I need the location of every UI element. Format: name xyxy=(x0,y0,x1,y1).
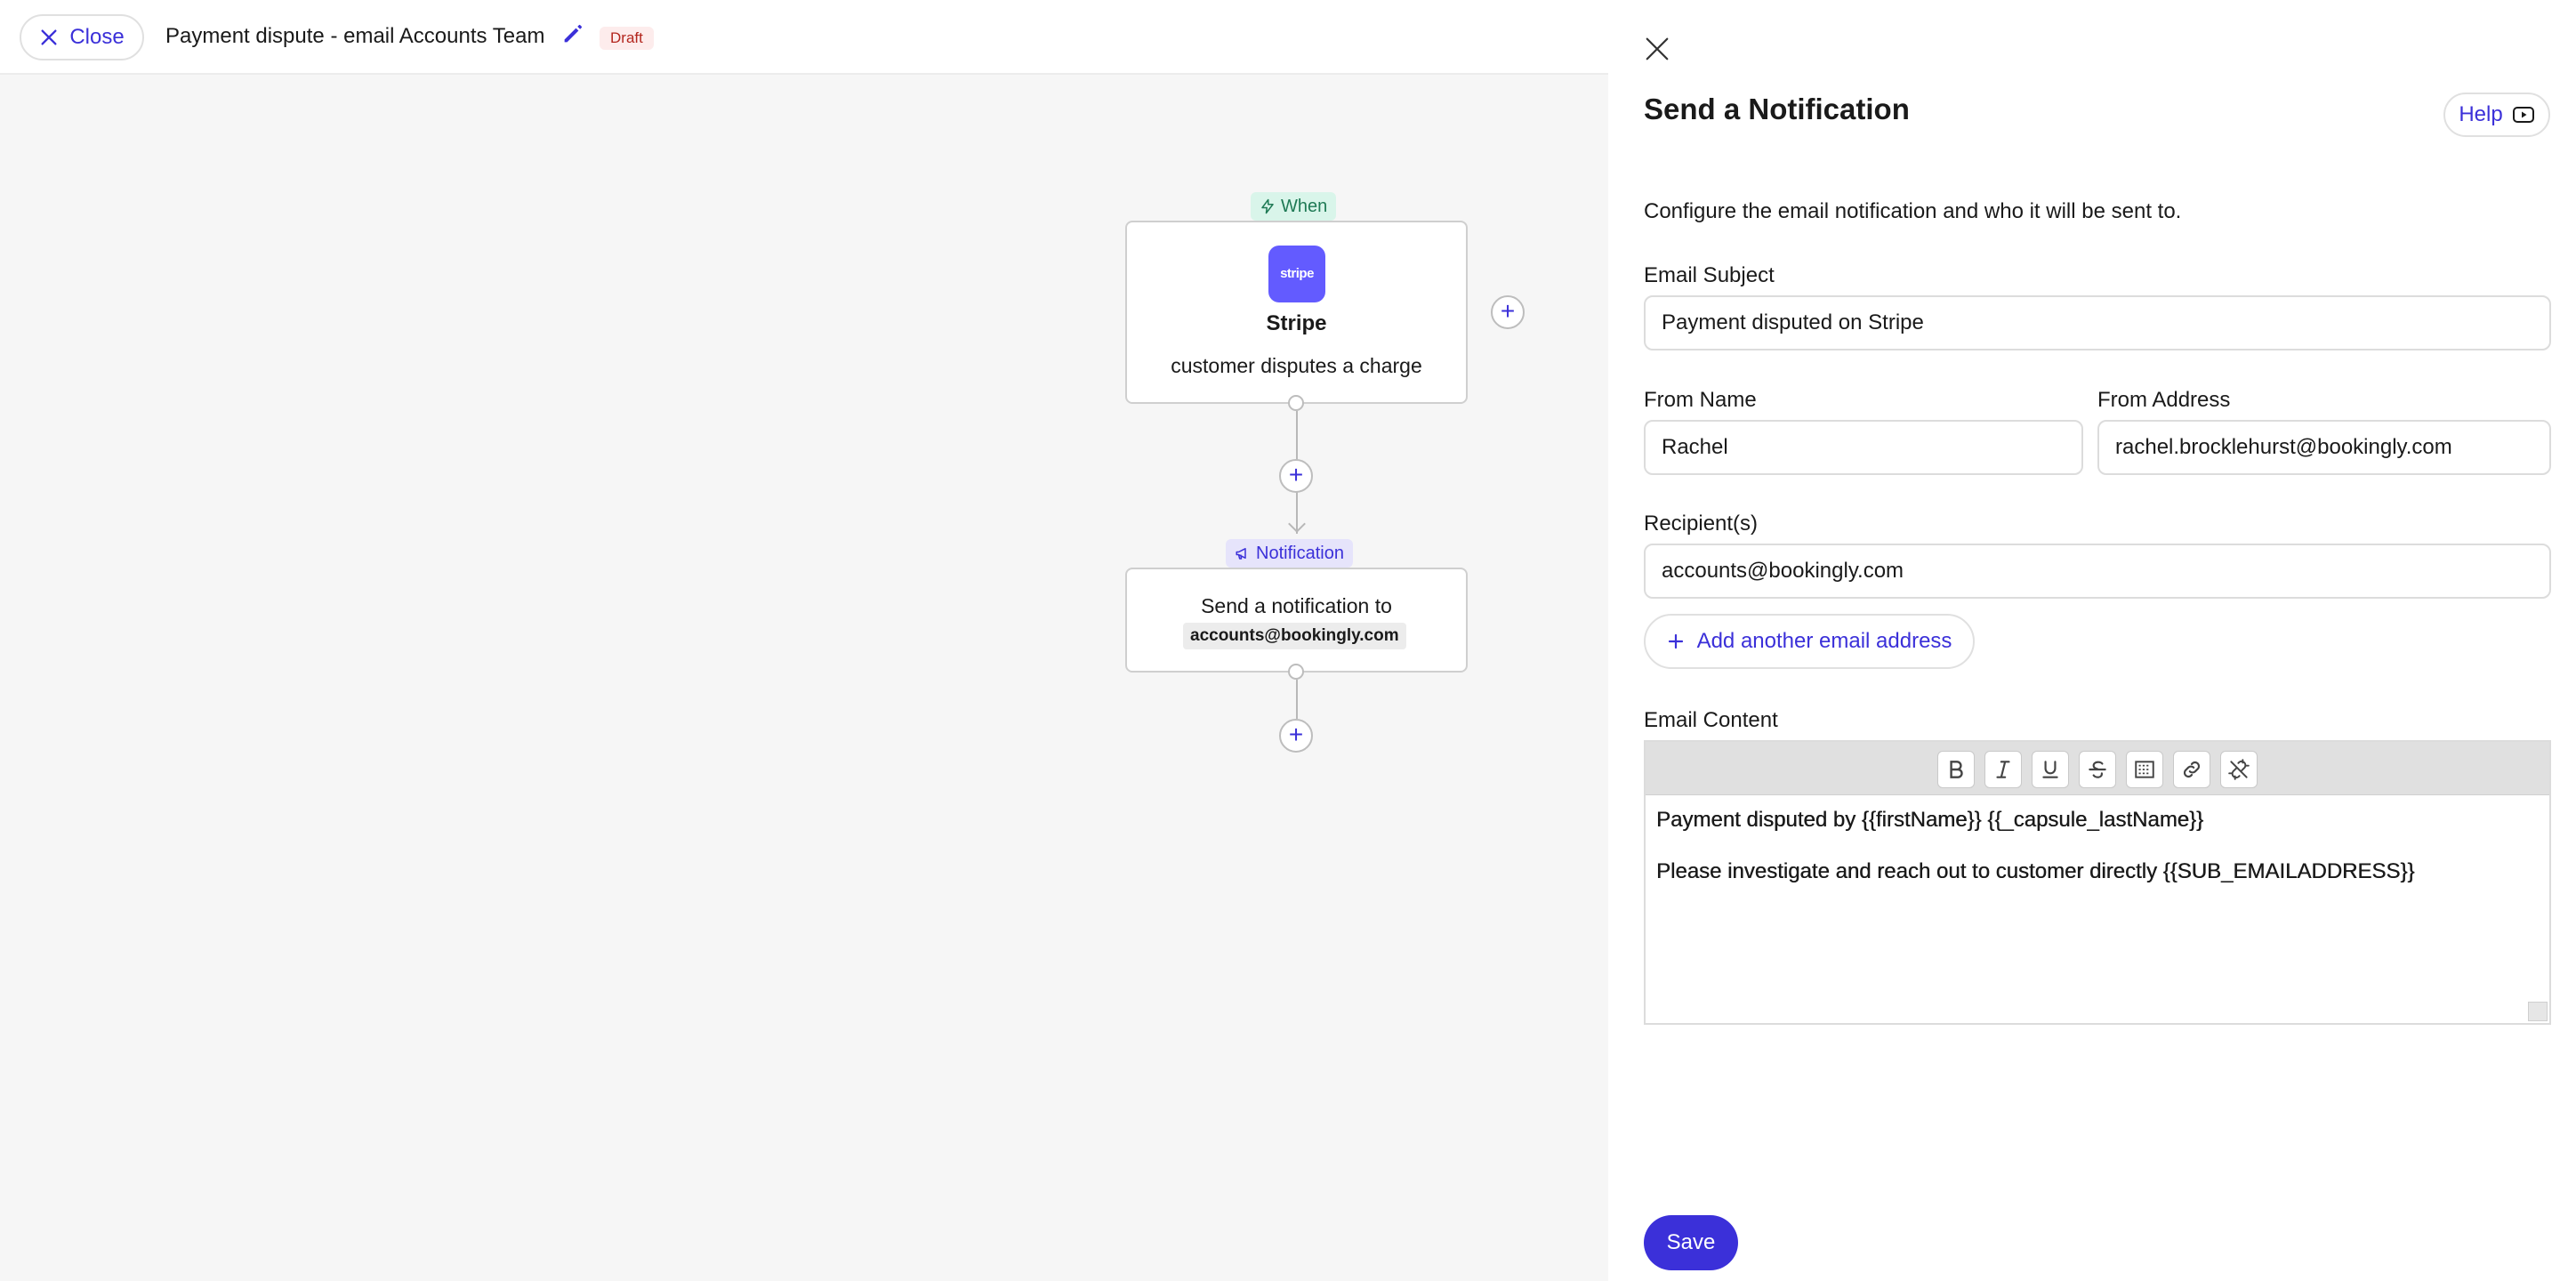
close-label: Close xyxy=(69,25,125,49)
arrow-icon xyxy=(1288,515,1306,533)
add-branch-button[interactable]: + xyxy=(1491,295,1525,329)
youtube-icon xyxy=(2512,107,2534,123)
when-tag-label: When xyxy=(1281,197,1328,216)
from-address-input[interactable] xyxy=(2097,420,2551,475)
notification-tag-label: Notification xyxy=(1256,544,1344,563)
close-icon[interactable] xyxy=(1644,36,1670,62)
recipients-input[interactable] xyxy=(1644,544,2551,599)
connector-dot xyxy=(1288,664,1304,680)
email-content-line: Payment disputed by {{firstName}} {{_cap… xyxy=(1656,808,2204,832)
bold-button[interactable] xyxy=(1937,751,1975,788)
underline-button[interactable] xyxy=(2032,751,2069,788)
pencil-icon[interactable] xyxy=(560,21,585,46)
save-button[interactable]: Save xyxy=(1644,1215,1738,1270)
italic-icon xyxy=(1996,761,2010,778)
email-subject-label: Email Subject xyxy=(1644,263,1775,287)
add-step-button[interactable]: + xyxy=(1279,459,1313,493)
bold-icon xyxy=(1950,761,1963,778)
underline-icon xyxy=(2042,761,2058,778)
email-content-line: Please investigate and reach out to cust… xyxy=(1656,859,2415,883)
top-bar: Close Payment dispute - email Accounts T… xyxy=(0,0,1608,75)
trigger-subtitle: customer disputes a charge xyxy=(1171,354,1422,377)
notification-tag: Notification xyxy=(1226,539,1353,568)
italic-button[interactable] xyxy=(1984,751,2022,788)
plus-icon xyxy=(1668,633,1683,649)
close-icon xyxy=(41,29,57,45)
recipients-label: Recipient(s) xyxy=(1644,512,1759,536)
add-email-label: Add another email address xyxy=(1696,629,1952,653)
add-email-button[interactable]: Add another email address xyxy=(1644,614,1975,669)
megaphone-icon xyxy=(1236,548,1246,560)
unlink-icon xyxy=(2228,759,2250,780)
from-name-input[interactable] xyxy=(1644,420,2083,475)
stripe-logo: stripe xyxy=(1268,246,1325,302)
notification-panel: Send a Notification Help Configure the e… xyxy=(1608,0,2576,1281)
notification-text: Send a notification to xyxy=(1201,594,1392,617)
strikethrough-button[interactable] xyxy=(2079,751,2116,788)
editor-toolbar xyxy=(1646,742,2549,795)
connector-line xyxy=(1296,680,1298,719)
panel-description: Configure the email notification and who… xyxy=(1644,199,2182,223)
help-button[interactable]: Help xyxy=(2443,93,2550,137)
workflow-canvas: When stripe Stripe customer disputes a c… xyxy=(0,77,1608,1281)
close-button[interactable]: Close xyxy=(20,14,144,60)
bolt-icon xyxy=(1261,198,1274,214)
panel-title: Send a Notification xyxy=(1644,93,1910,125)
notification-node[interactable]: Send a notification to accounts@bookingl… xyxy=(1125,568,1468,673)
code-block-button[interactable] xyxy=(2126,751,2163,788)
from-address-label: From Address xyxy=(2097,388,2231,412)
email-subject-input[interactable] xyxy=(1644,295,2551,350)
help-label: Help xyxy=(2459,102,2503,126)
code-block-icon xyxy=(2135,761,2154,778)
trigger-node[interactable]: stripe Stripe customer disputes a charge xyxy=(1125,221,1468,404)
from-name-label: From Name xyxy=(1644,388,1757,412)
when-tag: When xyxy=(1251,192,1337,221)
email-content-label: Email Content xyxy=(1644,708,1778,732)
connector-dot xyxy=(1288,395,1304,411)
workflow-title: Payment dispute - email Accounts Team xyxy=(165,24,545,48)
unlink-button[interactable] xyxy=(2220,751,2258,788)
email-content-editor[interactable]: Payment disputed by {{firstName}} {{_cap… xyxy=(1644,740,2551,1025)
link-icon xyxy=(2183,761,2201,778)
status-badge: Draft xyxy=(600,27,654,50)
add-step-button[interactable]: + xyxy=(1279,719,1313,753)
link-button[interactable] xyxy=(2173,751,2210,788)
resize-handle[interactable] xyxy=(2528,1002,2548,1021)
strikethrough-icon xyxy=(2089,761,2106,778)
notification-email: accounts@bookingly.com xyxy=(1183,623,1406,649)
trigger-title: Stripe xyxy=(1266,311,1327,335)
